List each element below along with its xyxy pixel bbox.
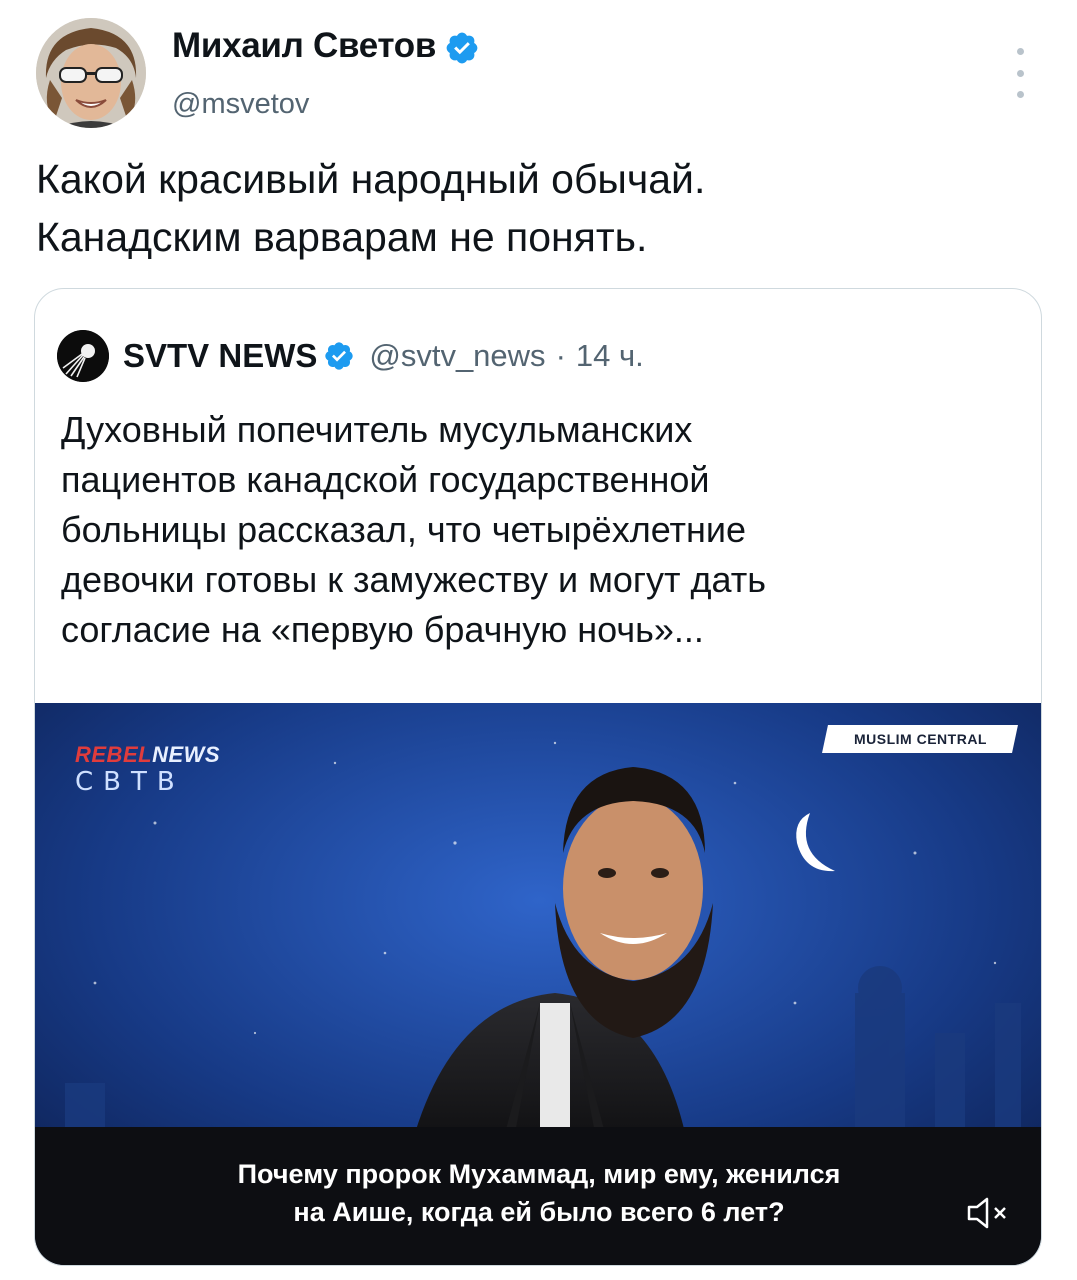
subtitle-line: на Аише, когда ей было всего 6 лет?	[293, 1197, 785, 1227]
quoted-tweet-header: SVTV NEWS @svtv_news · 14 ч.	[57, 330, 644, 382]
quoted-text-line: Духовный попечитель мусульманских	[61, 409, 693, 450]
tweet-text-line: Какой красивый народный обычай.	[36, 156, 706, 202]
logo-rebel-text: REBEL	[75, 742, 153, 767]
tweet-text: Какой красивый народный обычай. Канадски…	[36, 150, 1036, 266]
quoted-tweet-card[interactable]: SVTV NEWS @svtv_news · 14 ч. Духовный по…	[34, 288, 1042, 1266]
verified-badge-icon	[446, 32, 478, 64]
author-handle[interactable]: @msvetov	[172, 88, 309, 121]
quoted-tweet-text: Духовный попечитель мусульманских пациен…	[61, 405, 1021, 655]
tweet-text-line: Канадским варварам не понять.	[36, 214, 648, 260]
video-player[interactable]: REBELNEWS СВТВ MUSLIM CENTRAL Почему про…	[35, 703, 1041, 1265]
more-options-icon[interactable]	[1008, 48, 1032, 98]
quoted-author-name[interactable]: SVTV NEWS	[123, 337, 317, 375]
author-avatar[interactable]	[36, 18, 146, 128]
subtitle-bar: Почему пророк Мухаммад, мир ему, женился…	[35, 1127, 1041, 1265]
quoted-author-handle[interactable]: @svtv_news	[369, 338, 545, 374]
rebel-news-logo: REBELNEWS СВТВ	[75, 743, 285, 803]
quoted-text-line: согласие на «первую брачную ночь»...	[61, 609, 704, 650]
quoted-author-avatar[interactable]	[57, 330, 109, 382]
separator-dot: ·	[555, 338, 566, 373]
subtitle-text: Почему пророк Мухаммад, мир ему, женился…	[35, 1155, 1041, 1231]
author-name-row[interactable]: Михаил Светов	[172, 26, 480, 66]
sputnik-logo-icon	[57, 330, 109, 382]
quoted-timestamp[interactable]: 14 ч.	[576, 338, 644, 374]
verified-badge-icon	[325, 342, 354, 370]
subtitle-line: Почему пророк Мухаммад, мир ему, женился	[237, 1159, 841, 1189]
muslim-central-badge: MUSLIM CENTRAL	[822, 725, 1018, 753]
logo-news-text: NEWS	[152, 742, 221, 767]
speaker-muted-icon[interactable]	[965, 1195, 1009, 1231]
logo-svtv-text: СВТВ	[75, 767, 185, 797]
quoted-text-line: пациентов канадской государственной	[61, 459, 710, 500]
quoted-text-line: больницы рассказал, что четырёхлетние	[61, 509, 747, 550]
author-name[interactable]: Михаил Светов	[172, 26, 436, 65]
quoted-text-line: девочки готовы к замужеству и могут дать	[61, 559, 767, 600]
